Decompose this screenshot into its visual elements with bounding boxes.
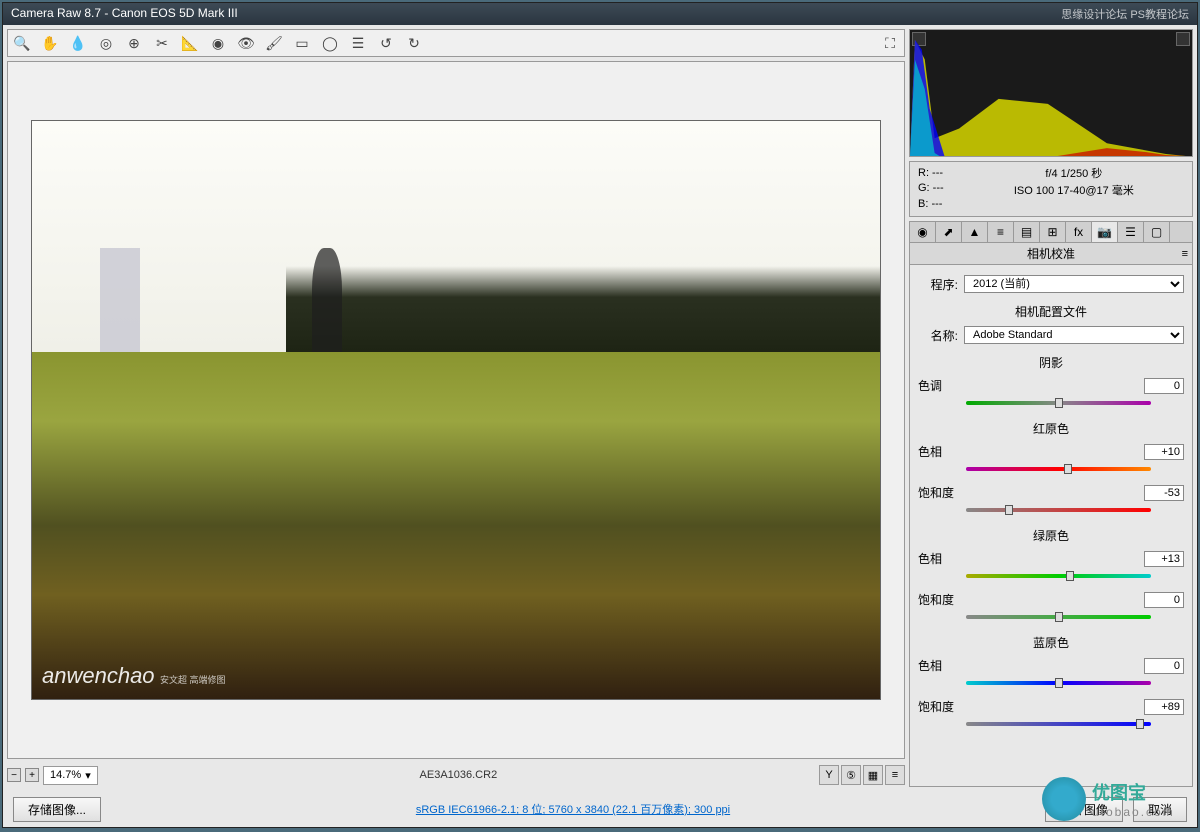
rating-icon[interactable]: ⑤ [841,765,861,785]
red-sat-slider[interactable] [966,503,1151,517]
green-hue-value[interactable] [1144,551,1184,567]
shadows-section-title: 阴影 [918,354,1184,371]
zoom-out-button[interactable]: − [7,768,21,782]
tab-hsl[interactable]: ≡ [988,222,1014,242]
green-section-title: 绿原色 [918,527,1184,544]
white-balance-tool-icon[interactable]: 💧 [68,33,88,53]
blue-hue-label: 色相 [918,657,960,674]
radial-filter-icon[interactable]: ◯ [320,33,340,53]
histogram[interactable] [909,29,1193,157]
blue-sat-label: 饱和度 [918,698,960,715]
exif-exposure: f/4 1/250 秒 [964,166,1184,183]
exif-b: B: --- [918,197,944,212]
panel-tabs: ◉ ⬈ ▲ ≡ ▤ ⊞ fx 📷 ☰ ▢ [909,221,1193,243]
calibration-panel: 程序: 2012 (当前) 相机配置文件 名称: Adobe Standard … [909,265,1193,787]
tab-split[interactable]: ▤ [1014,222,1040,242]
profile-name-label: 名称: [918,327,958,344]
exif-g: G: --- [918,181,944,196]
exif-r: R: --- [918,166,944,181]
crop-tool-icon[interactable]: ✂ [152,33,172,53]
straighten-tool-icon[interactable]: 📐 [180,33,200,53]
bird-icon [1042,777,1086,821]
panel-title: 相机校准 ≡ [909,243,1193,265]
footer: 存储图像... sRGB IEC61966-2.1; 8 位; 5760 x 3… [3,791,1197,827]
exif-iso: ISO 100 17-40@17 毫米 [964,183,1184,200]
adjustment-brush-icon[interactable]: 🖌 [264,33,284,53]
rotate-cw-icon[interactable]: ↻ [404,33,424,53]
red-sat-label: 饱和度 [918,484,960,501]
tint-value[interactable] [1144,378,1184,394]
red-hue-value[interactable] [1144,444,1184,460]
color-sampler-tool-icon[interactable]: ◎ [96,33,116,53]
tab-presets[interactable]: ☰ [1118,222,1144,242]
process-label: 程序: [918,276,958,293]
green-sat-label: 饱和度 [918,591,960,608]
toolbar: 🔍 ✋ 💧 ◎ ⊕ ✂ 📐 ◉ 👁 🖌 ▭ ◯ ☰ ↺ ↻ ⛶ [7,29,905,57]
process-dropdown[interactable]: 2012 (当前) [964,275,1184,293]
blue-hue-value[interactable] [1144,658,1184,674]
titlebar: Camera Raw 8.7 - Canon EOS 5D Mark III 思… [3,3,1197,25]
green-sat-value[interactable] [1144,592,1184,608]
filename-label: AE3A1036.CR2 [102,769,815,781]
exif-panel: R: --- G: --- B: --- f/4 1/250 秒 ISO 100… [909,161,1193,217]
tint-label: 色调 [918,377,960,394]
blue-sat-slider[interactable] [966,717,1151,731]
zoom-in-button[interactable]: + [25,768,39,782]
titlebar-right-text: 思缘设计论坛 PS教程论坛 [1061,6,1189,22]
tint-slider[interactable] [966,396,1151,410]
red-sat-value[interactable] [1144,485,1184,501]
tab-basic[interactable]: ◉ [910,222,936,242]
profile-section-title: 相机配置文件 [918,303,1184,320]
workflow-link[interactable]: sRGB IEC61966-2.1; 8 位; 5760 x 3840 (22.… [111,801,1035,817]
hand-tool-icon[interactable]: ✋ [40,33,60,53]
profile-dropdown[interactable]: Adobe Standard [964,326,1184,344]
blue-section-title: 蓝原色 [918,634,1184,651]
filter-icon[interactable]: Y [819,765,839,785]
preview-area[interactable]: anwenchao 安文超 高端修图 [7,61,905,759]
red-hue-slider[interactable] [966,462,1151,476]
tab-lens[interactable]: ⊞ [1040,222,1066,242]
zoom-tool-icon[interactable]: 🔍 [12,33,32,53]
watermark: anwenchao 安文超 高端修图 [42,663,226,689]
zoom-dropdown[interactable]: 14.7%▾ [43,766,98,785]
logo-text: 优图宝 [1092,779,1175,805]
logo-url: utobao.com [1092,805,1175,819]
green-hue-label: 色相 [918,550,960,567]
tab-detail[interactable]: ▲ [962,222,988,242]
panel-menu-icon[interactable]: ≡ [1182,248,1188,260]
site-logo: 优图宝 utobao.com [1042,774,1192,824]
statusbar: − + 14.7%▾ AE3A1036.CR2 Y ⑤ ▦ ≡ [7,763,905,787]
green-sat-slider[interactable] [966,610,1151,624]
rotate-ccw-icon[interactable]: ↺ [376,33,396,53]
red-hue-label: 色相 [918,443,960,460]
window-title: Camera Raw 8.7 - Canon EOS 5D Mark III [11,6,238,22]
red-section-title: 红原色 [918,420,1184,437]
tab-curve[interactable]: ⬈ [936,222,962,242]
green-hue-slider[interactable] [966,569,1151,583]
save-image-button[interactable]: 存储图像... [13,797,101,822]
redeye-tool-icon[interactable]: 👁 [236,33,256,53]
blue-sat-value[interactable] [1144,699,1184,715]
list-icon[interactable]: ≡ [885,765,905,785]
targeted-adjustment-icon[interactable]: ⊕ [124,33,144,53]
tab-fx[interactable]: fx [1066,222,1092,242]
preferences-icon[interactable]: ☰ [348,33,368,53]
spot-removal-icon[interactable]: ◉ [208,33,228,53]
blue-hue-slider[interactable] [966,676,1151,690]
tab-snapshots[interactable]: ▢ [1144,222,1170,242]
fullscreen-icon[interactable]: ⛶ [880,33,900,53]
graduated-filter-icon[interactable]: ▭ [292,33,312,53]
label-icon[interactable]: ▦ [863,765,883,785]
tab-calibration[interactable]: 📷 [1092,222,1118,242]
